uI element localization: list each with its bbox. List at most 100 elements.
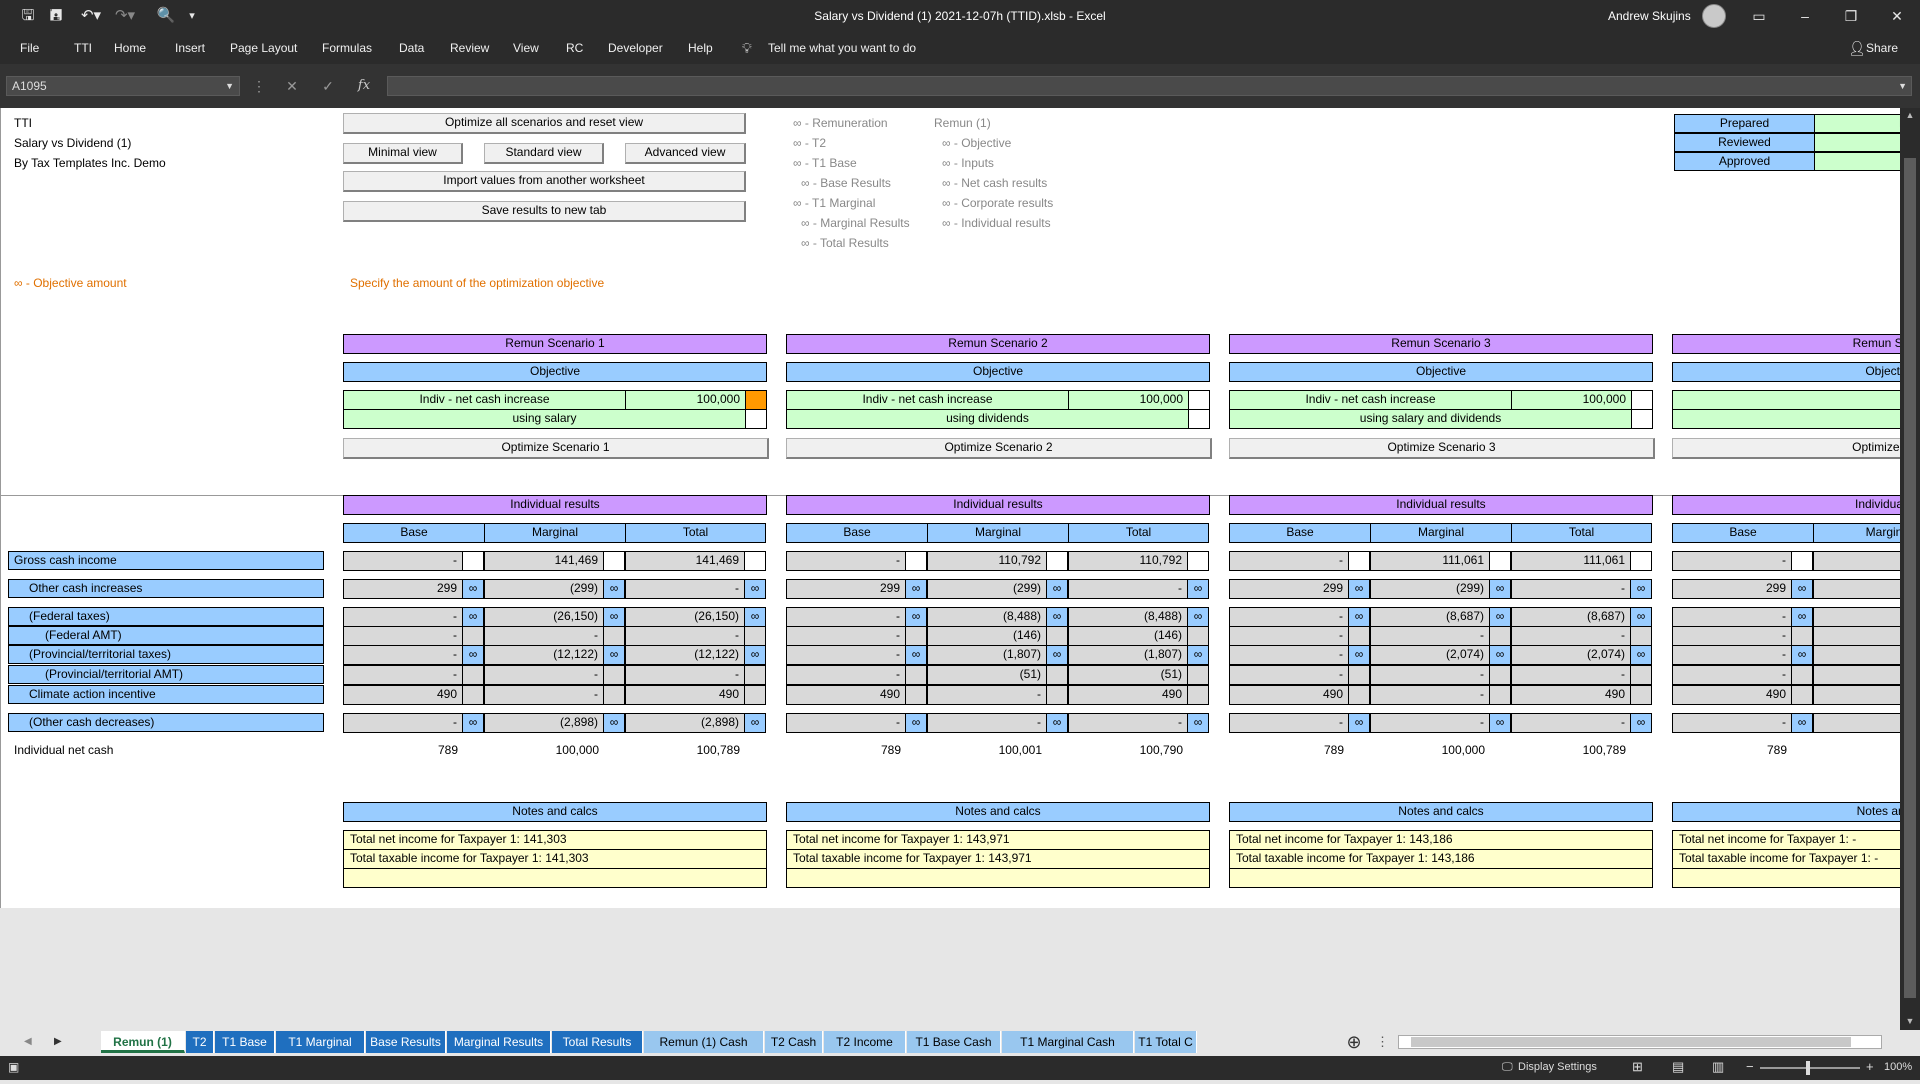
sheet-tab[interactable]: Marginal Results xyxy=(447,1031,551,1053)
infinity-link-icon[interactable]: ∞ xyxy=(744,607,766,627)
tab-rc[interactable]: RC xyxy=(566,32,583,64)
objective-label[interactable]: Indiv - net cash increase xyxy=(343,390,626,410)
chevron-down-icon[interactable]: ▼ xyxy=(225,77,234,95)
objective-flag[interactable] xyxy=(745,390,767,410)
new-sheet-icon[interactable]: ⊕ xyxy=(1343,1031,1365,1053)
nav-link-total-results[interactable]: ∞ - Total Results xyxy=(801,236,889,251)
infinity-link-icon[interactable]: ∞ xyxy=(744,713,766,733)
objective-label[interactable]: Indiv - net cash increase xyxy=(786,390,1069,410)
sheet-tab[interactable]: T1 Marginal xyxy=(276,1031,365,1053)
infinity-link-icon[interactable]: ∞ xyxy=(1187,607,1209,627)
minimize-icon[interactable]: – xyxy=(1782,0,1828,32)
method-flag[interactable] xyxy=(1631,409,1653,429)
infinity-link-icon[interactable]: ∞ xyxy=(1791,645,1813,665)
objective-value[interactable]: 100,000 xyxy=(625,390,746,410)
infinity-link-icon[interactable]: ∞ xyxy=(1348,713,1370,733)
tab-options-icon[interactable]: ⋮ xyxy=(1376,1031,1389,1053)
infinity-link-icon[interactable]: ∞ xyxy=(1630,579,1652,599)
print-preview-icon[interactable]: 🔍 xyxy=(154,0,178,32)
tell-me-search[interactable]: Tell me what you want to do xyxy=(768,32,916,64)
worksheet-area[interactable]: TTI Salary vs Dividend (1) By Tax Templa… xyxy=(0,108,1900,910)
sheet-tab[interactable]: T1 Base xyxy=(215,1031,275,1053)
infinity-link-icon[interactable]: ∞ xyxy=(1187,579,1209,599)
tab-home[interactable]: Home xyxy=(114,32,146,64)
close-icon[interactable]: ✕ xyxy=(1874,0,1920,32)
infinity-link-icon[interactable]: ∞ xyxy=(1489,607,1511,627)
infinity-link-icon[interactable]: ∞ xyxy=(1630,607,1652,627)
tab-help[interactable]: Help xyxy=(688,32,713,64)
infinity-link-icon[interactable]: ∞ xyxy=(1791,579,1813,599)
save-results-button[interactable]: Save results to new tab xyxy=(343,201,746,222)
insert-function-icon[interactable]: fx xyxy=(354,76,374,96)
infinity-link-icon[interactable]: ∞ xyxy=(603,607,625,627)
expand-formula-icon[interactable]: ▼ xyxy=(1898,77,1907,95)
sheet-tab[interactable]: T1 Base Cash xyxy=(907,1031,1001,1053)
signoff-reviewed-name[interactable] xyxy=(1814,133,1900,152)
objective-label[interactable]: Indiv - net cash increase xyxy=(1229,390,1512,410)
enter-icon[interactable]: ✓ xyxy=(318,76,338,96)
infinity-link-icon[interactable]: ∞ xyxy=(1630,713,1652,733)
infinity-link-icon[interactable]: ∞ xyxy=(1187,645,1209,665)
tab-insert[interactable]: Insert xyxy=(175,32,205,64)
page-layout-icon[interactable]: ▤ xyxy=(1672,1059,1684,1075)
minimal-view-button[interactable]: Minimal view xyxy=(343,143,463,164)
sheet-tab[interactable]: Base Results xyxy=(366,1031,446,1053)
zoom-level[interactable]: 100% xyxy=(1884,1061,1912,1073)
import-values-button[interactable]: Import values from another worksheet xyxy=(343,171,746,192)
horizontal-scrollbar[interactable] xyxy=(1398,1035,1882,1049)
infinity-link-icon[interactable]: ∞ xyxy=(1791,607,1813,627)
infinity-link-icon[interactable]: ∞ xyxy=(1046,713,1068,733)
sheet-tab[interactable]: T1 Marginal Cash xyxy=(1002,1031,1134,1053)
infinity-link-icon[interactable]: ∞ xyxy=(905,713,927,733)
tab-file[interactable]: File xyxy=(20,32,39,64)
objective-value[interactable]: 100,000 xyxy=(1511,390,1632,410)
infinity-link-icon[interactable]: ∞ xyxy=(1046,607,1068,627)
sheet-tab[interactable]: T2 Cash xyxy=(765,1031,823,1053)
infinity-link-icon[interactable]: ∞ xyxy=(1187,713,1209,733)
nav-link-objective[interactable]: ∞ - Objective xyxy=(942,136,1011,151)
zoom-slider-thumb[interactable] xyxy=(1806,1061,1810,1075)
signoff-approved-name[interactable] xyxy=(1814,152,1900,171)
optimize-all-button[interactable]: Optimize all scenarios and reset view xyxy=(343,113,746,134)
h-scroll-thumb[interactable] xyxy=(1411,1037,1851,1047)
objective-method[interactable]: using salary xyxy=(343,409,746,429)
sheet-tab[interactable]: Total Results xyxy=(552,1031,643,1053)
infinity-link-icon[interactable]: ∞ xyxy=(1489,713,1511,733)
sheet-tab[interactable]: Remun (1) Cash xyxy=(644,1031,764,1053)
infinity-link-icon[interactable]: ∞ xyxy=(905,579,927,599)
sheet-tab[interactable]: T2 Income xyxy=(824,1031,906,1053)
tab-data[interactable]: Data xyxy=(399,32,424,64)
customize-qat-icon[interactable]: ▾ xyxy=(184,0,200,32)
infinity-link-icon[interactable]: ∞ xyxy=(603,579,625,599)
undo-icon[interactable]: ↶▾ xyxy=(76,0,106,32)
objective-flag[interactable] xyxy=(1631,390,1653,410)
redo-icon[interactable]: ↷▾ xyxy=(110,0,140,32)
infinity-link-icon[interactable]: ∞ xyxy=(1348,579,1370,599)
tab-scroll-left-icon[interactable]: ◀ xyxy=(24,1036,32,1047)
signoff-name-header[interactable]: Name xyxy=(1814,114,1900,133)
nav-link-t1-marginal[interactable]: ∞ - T1 Marginal xyxy=(793,196,875,211)
infinity-link-icon[interactable]: ∞ xyxy=(1348,607,1370,627)
standard-view-button[interactable]: Standard view xyxy=(484,143,604,164)
infinity-link-icon[interactable]: ∞ xyxy=(1046,645,1068,665)
objective-method[interactable]: using salary and dividends xyxy=(1229,409,1632,429)
advanced-view-button[interactable]: Advanced view xyxy=(625,143,746,164)
objective-method[interactable]: using dividends xyxy=(786,409,1189,429)
infinity-link-icon[interactable]: ∞ xyxy=(462,645,484,665)
cancel-icon[interactable]: ✕ xyxy=(282,76,302,96)
method-flag[interactable] xyxy=(745,409,767,429)
optimize-scenario-button[interactable]: Optimize Sc xyxy=(1672,438,1900,459)
save-as-icon[interactable]: 🖪 xyxy=(46,0,66,32)
tab-developer[interactable]: Developer xyxy=(608,32,663,64)
method-flag[interactable] xyxy=(1188,409,1210,429)
infinity-link-icon[interactable]: ∞ xyxy=(1489,645,1511,665)
nav-link-individual-results[interactable]: ∞ - Individual results xyxy=(942,216,1051,231)
zoom-slider[interactable] xyxy=(1760,1061,1860,1075)
ribbon-display-icon[interactable]: ▭ xyxy=(1736,0,1782,32)
nav-link-inputs[interactable]: ∞ - Inputs xyxy=(942,156,994,171)
sheet-tab[interactable]: T2 xyxy=(186,1031,214,1053)
objective-flag[interactable] xyxy=(1188,390,1210,410)
zoom-out-icon[interactable]: − xyxy=(1746,1059,1754,1074)
nav-link-net-cash-results[interactable]: ∞ - Net cash results xyxy=(942,176,1047,191)
tab-review[interactable]: Review xyxy=(450,32,489,64)
